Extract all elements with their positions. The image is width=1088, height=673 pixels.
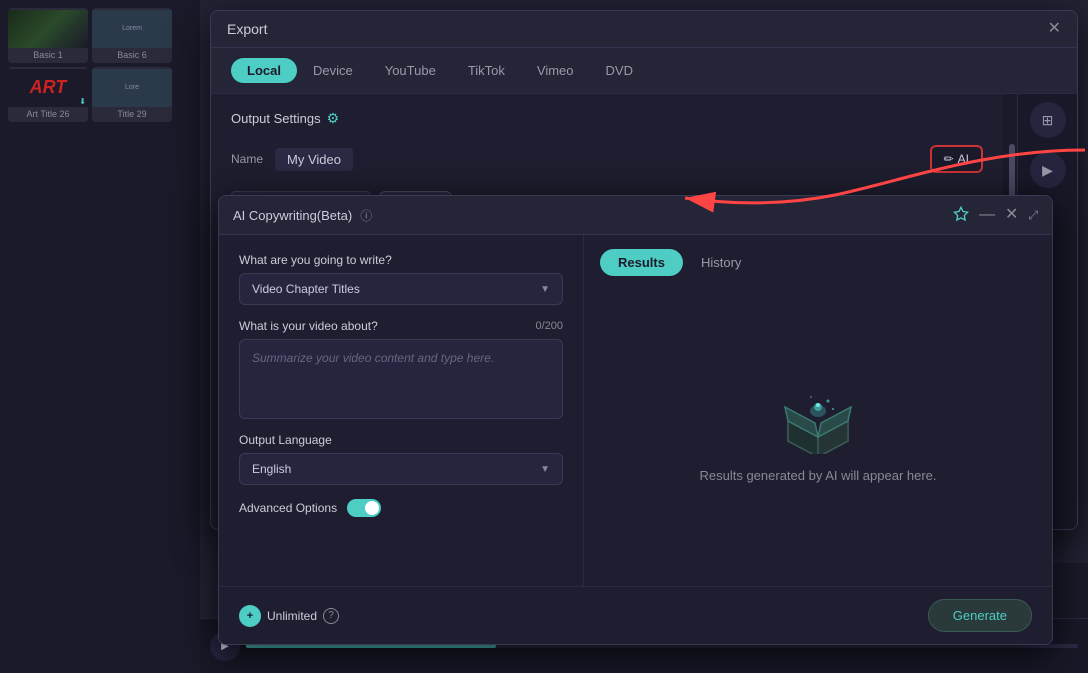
output-language-label: Output Language [239,433,563,447]
advanced-options-row: Advanced Options [239,499,563,517]
write-type-label: What are you going to write? [239,253,563,267]
unlimited-badge: + Unlimited ? [239,605,339,627]
write-type-select[interactable]: Video Chapter Titles ▼ [239,273,563,305]
side-icon-button-2[interactable]: ▶ [1030,152,1066,188]
export-titlebar: Export ✕ [211,11,1077,48]
ai-body: What are you going to write? Video Chapt… [219,235,1052,586]
results-tabs: Results History [600,249,1036,276]
ai-titlebar: AI Copywriting(Beta) ⓘ — ✕ ⤢ [219,196,1052,235]
edit-name-button[interactable]: ✏ AI [930,145,983,173]
export-tab-tiktok[interactable]: TikTok [452,58,521,83]
write-type-arrow-icon: ▼ [540,284,550,295]
ai-info-icon[interactable]: ⓘ [360,207,372,224]
thumb-image: ART [8,69,88,107]
export-tab-youtube[interactable]: YouTube [369,58,452,83]
thumb-label: Basic 6 [117,48,147,62]
output-settings-icon: ⚙ [327,110,340,127]
export-close-button[interactable]: ✕ [1048,21,1061,37]
ai-label: AI [958,152,969,166]
output-settings-header: Output Settings ⚙ [231,110,983,127]
write-type-group: What are you going to write? Video Chapt… [239,253,563,305]
thumbnail-row-2: ART Art Title 26 ⬇ Lore Title 29 [8,67,192,122]
export-tabs: Local Device YouTube TikTok Vimeo DVD [211,48,1077,94]
output-language-group: Output Language English ▼ [239,433,563,485]
ai-dialog-title: AI Copywriting(Beta) [233,208,352,223]
video-about-group: What is your video about? 0/200 Summariz… [239,319,563,419]
thumb-image: Lore [92,69,172,107]
generate-button[interactable]: Generate [928,599,1032,632]
language-value: English [252,462,291,476]
ai-results-panel: Results History [584,235,1052,586]
unlimited-help-icon[interactable]: ? [323,608,339,624]
side-icon-button-1[interactable]: ⊞ [1030,102,1066,138]
video-about-header: What is your video about? 0/200 [239,319,563,333]
advanced-options-toggle[interactable] [347,499,381,517]
ai-close-button[interactable]: ✕ [1005,207,1018,223]
thumb-label: Art Title 26 [26,107,69,121]
thumbnail-row-1: Basic 1 Lorem Basic 6 [8,8,192,63]
unlimited-icon: + [239,605,261,627]
thumb-image [8,10,88,48]
ai-expand-button[interactable]: ⤢ [1028,209,1038,221]
export-tab-vimeo[interactable]: Vimeo [521,58,590,83]
main-editor-area: Export ✕ Local Device YouTube TikTok Vim… [200,0,1088,673]
edit-icon: ✏ [944,152,954,166]
write-type-value: Video Chapter Titles [252,282,360,296]
output-settings-label: Output Settings [231,111,321,126]
thumb-image: Lorem [92,10,172,48]
results-empty-text: Results generated by AI will appear here… [699,468,936,483]
left-thumbnail-panel: Basic 1 Lorem Basic 6 ART Art Title 26 ⬇… [0,0,200,673]
thumbnail-title29[interactable]: Lore Title 29 [92,67,172,122]
ai-copywriting-dialog: AI Copywriting(Beta) ⓘ — ✕ ⤢ What are yo… [218,195,1053,645]
export-dialog-title: Export [227,21,267,37]
advanced-options-label: Advanced Options [239,501,337,515]
thumbnail-art-title[interactable]: ART Art Title 26 ⬇ [8,67,88,122]
name-value[interactable]: My Video [275,148,353,171]
char-count: 0/200 [535,320,563,332]
output-language-select[interactable]: English ▼ [239,453,563,485]
results-tab-results[interactable]: Results [600,249,683,276]
unlimited-label: Unlimited [267,609,317,623]
name-row: Name My Video ✏ AI [231,137,983,181]
name-label: Name [231,152,263,166]
thumb-label: Basic 1 [33,48,63,62]
export-tab-dvd[interactable]: DVD [590,58,649,83]
ai-star-button[interactable] [953,206,969,224]
results-tab-history[interactable]: History [683,249,759,276]
toggle-knob [365,501,379,515]
thumbnail-basic6[interactable]: Lorem Basic 6 [92,8,172,63]
thumb-label: Title 29 [117,107,146,121]
results-empty-area: Results generated by AI will appear here… [600,290,1036,572]
ai-minimize-button[interactable]: — [979,207,995,223]
ai-titlebar-actions: — ✕ ⤢ [953,206,1038,224]
video-about-textarea[interactable]: Summarize your video content and type he… [239,339,563,419]
language-arrow-icon: ▼ [540,464,550,475]
ai-footer: + Unlimited ? Generate [219,586,1052,644]
export-tab-local[interactable]: Local [231,58,297,83]
video-about-label: What is your video about? [239,319,378,333]
ai-form-panel: What are you going to write? Video Chapt… [219,235,584,586]
empty-box-icon [773,379,863,454]
textarea-placeholder: Summarize your video content and type he… [252,351,494,365]
export-tab-device[interactable]: Device [297,58,369,83]
thumbnail-basic1[interactable]: Basic 1 [8,8,88,63]
download-icon: ⬇ [79,97,86,106]
